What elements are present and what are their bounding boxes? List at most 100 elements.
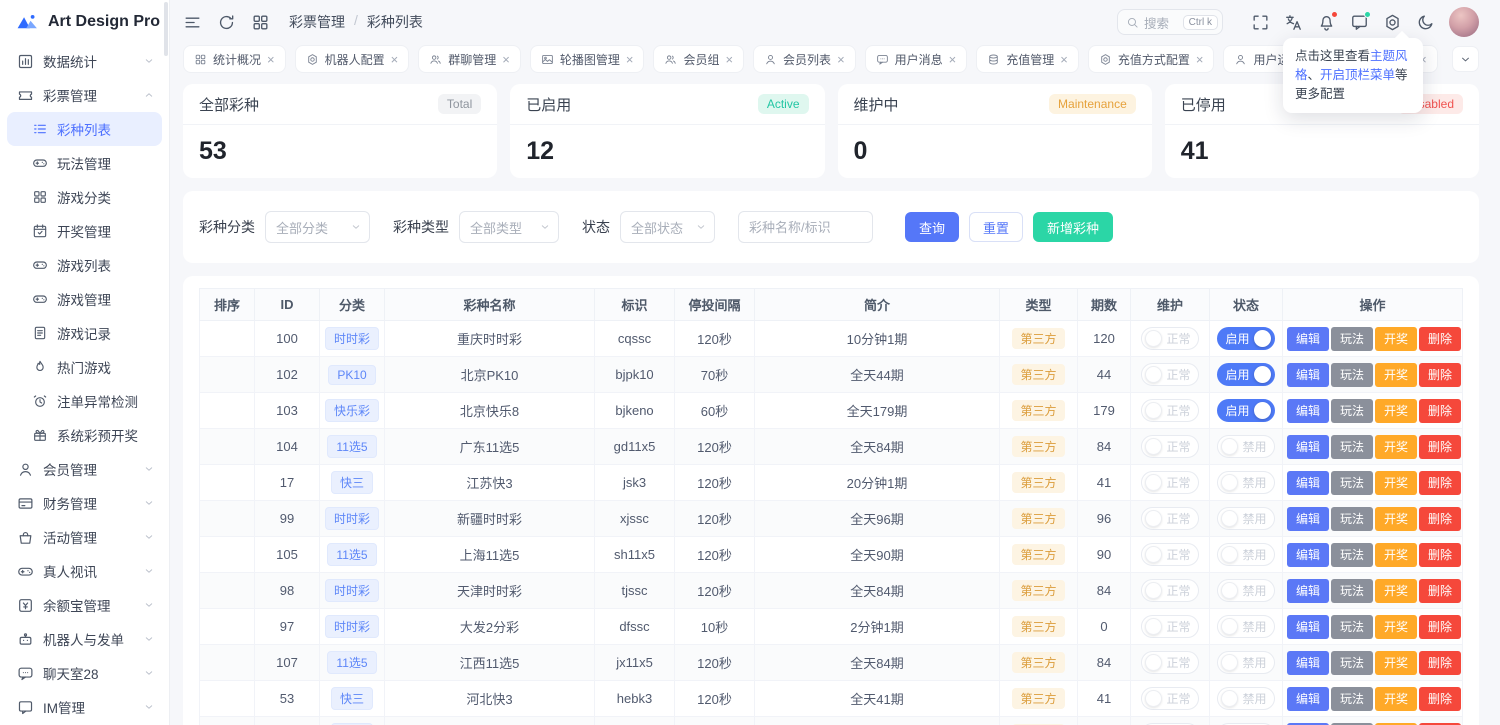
notifications-bell-icon[interactable]: [1317, 13, 1336, 32]
keyword-input[interactable]: [738, 211, 873, 243]
messages-icon[interactable]: [1350, 13, 1369, 32]
sidebar-subitem-游戏列表[interactable]: 游戏列表: [7, 248, 162, 282]
sidebar-item-财务管理[interactable]: 财务管理: [0, 486, 169, 520]
tab-机器人配置[interactable]: 机器人配置×: [295, 45, 410, 73]
sidebar-subitem-游戏分类[interactable]: 游戏分类: [7, 180, 162, 214]
maintenance-switch[interactable]: 正常: [1141, 651, 1198, 674]
action-玩法-button[interactable]: 玩法: [1331, 615, 1373, 639]
sidebar-item-活动管理[interactable]: 活动管理: [0, 520, 169, 554]
translate-icon[interactable]: [1284, 13, 1303, 32]
breadcrumb-parent[interactable]: 彩票管理: [289, 12, 345, 32]
action-开奖-button[interactable]: 开奖: [1375, 435, 1417, 459]
maintenance-switch[interactable]: 正常: [1141, 615, 1198, 638]
status-switch[interactable]: 禁用: [1217, 651, 1274, 674]
action-玩法-button[interactable]: 玩法: [1331, 399, 1373, 423]
action-玩法-button[interactable]: 玩法: [1331, 327, 1373, 351]
action-编辑-button[interactable]: 编辑: [1287, 507, 1329, 531]
status-switch[interactable]: 启用: [1217, 327, 1274, 350]
action-删除-button[interactable]: 删除: [1419, 507, 1461, 531]
action-开奖-button[interactable]: 开奖: [1375, 651, 1417, 675]
action-玩法-button[interactable]: 玩法: [1331, 435, 1373, 459]
status-switch[interactable]: 禁用: [1217, 507, 1274, 530]
sidebar-subitem-注单异常检测[interactable]: 注单异常检测: [7, 384, 162, 418]
tab-充值方式配置[interactable]: 充值方式配置×: [1088, 45, 1215, 73]
tab-close-icon[interactable]: ×: [626, 53, 634, 66]
reset-button[interactable]: 重置: [969, 212, 1023, 242]
sidebar-subitem-玩法管理[interactable]: 玩法管理: [7, 146, 162, 180]
action-编辑-button[interactable]: 编辑: [1287, 615, 1329, 639]
sidebar-item-数据统计[interactable]: 数据统计: [0, 44, 169, 78]
tab-close-icon[interactable]: ×: [502, 53, 510, 66]
maintenance-switch[interactable]: 正常: [1141, 579, 1198, 602]
breadcrumb-current[interactable]: 彩种列表: [367, 12, 423, 32]
action-玩法-button[interactable]: 玩法: [1331, 507, 1373, 531]
sidebar-item-聊天室28[interactable]: 聊天室28: [0, 656, 169, 690]
action-开奖-button[interactable]: 开奖: [1375, 399, 1417, 423]
sidebar-subitem-游戏管理[interactable]: 游戏管理: [7, 282, 162, 316]
action-开奖-button[interactable]: 开奖: [1375, 687, 1417, 711]
type-select[interactable]: 全部类型: [459, 211, 559, 243]
tab-轮播图管理[interactable]: 轮播图管理×: [530, 45, 645, 73]
tab-close-icon[interactable]: ×: [949, 53, 957, 66]
maintenance-switch[interactable]: 正常: [1141, 687, 1198, 710]
status-switch[interactable]: 禁用: [1217, 687, 1274, 710]
search-button[interactable]: 查询: [905, 212, 959, 242]
action-玩法-button[interactable]: 玩法: [1331, 651, 1373, 675]
maintenance-switch[interactable]: 正常: [1141, 435, 1198, 458]
action-删除-button[interactable]: 删除: [1419, 543, 1461, 567]
topbar-menu-link[interactable]: 开启顶栏菜单: [1320, 68, 1395, 82]
action-玩法-button[interactable]: 玩法: [1331, 543, 1373, 567]
maintenance-switch[interactable]: 正常: [1141, 399, 1198, 422]
fullscreen-icon[interactable]: [1251, 13, 1270, 32]
tab-close-icon[interactable]: ×: [391, 53, 399, 66]
sidebar-item-真人视讯[interactable]: 真人视讯: [0, 554, 169, 588]
maintenance-switch[interactable]: 正常: [1141, 543, 1198, 566]
tabbar-collapse-button[interactable]: [1452, 46, 1479, 72]
user-avatar[interactable]: [1449, 7, 1479, 37]
sidebar-subitem-开奖管理[interactable]: 开奖管理: [7, 214, 162, 248]
action-开奖-button[interactable]: 开奖: [1375, 615, 1417, 639]
maintenance-switch[interactable]: 正常: [1141, 471, 1198, 494]
action-开奖-button[interactable]: 开奖: [1375, 327, 1417, 351]
sidebar-subitem-游戏记录[interactable]: 游戏记录: [7, 316, 162, 350]
apps-grid-icon[interactable]: [251, 13, 270, 32]
add-lottery-button[interactable]: 新增彩种: [1033, 212, 1113, 242]
status-switch[interactable]: 启用: [1217, 399, 1274, 422]
settings-gear-icon[interactable]: [1383, 13, 1402, 32]
action-玩法-button[interactable]: 玩法: [1331, 471, 1373, 495]
category-select[interactable]: 全部分类: [265, 211, 370, 243]
tab-群聊管理[interactable]: 群聊管理×: [418, 45, 521, 73]
maintenance-switch[interactable]: 正常: [1141, 327, 1198, 350]
tab-close-icon[interactable]: ×: [1196, 53, 1204, 66]
status-switch[interactable]: 禁用: [1217, 435, 1274, 458]
status-switch[interactable]: 禁用: [1217, 615, 1274, 638]
tab-统计概况[interactable]: 统计概况×: [183, 45, 286, 73]
action-编辑-button[interactable]: 编辑: [1287, 399, 1329, 423]
sidebar-subitem-热门游戏[interactable]: 热门游戏: [7, 350, 162, 384]
sidebar-subitem-彩种列表[interactable]: 彩种列表: [7, 112, 162, 146]
status-select[interactable]: 全部状态: [620, 211, 715, 243]
action-删除-button[interactable]: 删除: [1419, 615, 1461, 639]
status-switch[interactable]: 禁用: [1217, 471, 1274, 494]
tab-close-icon[interactable]: ×: [837, 53, 845, 66]
action-删除-button[interactable]: 删除: [1419, 327, 1461, 351]
action-编辑-button[interactable]: 编辑: [1287, 687, 1329, 711]
sidebar-item-彩票管理[interactable]: 彩票管理: [0, 78, 169, 112]
sidebar-subitem-系统彩预开奖[interactable]: 系统彩预开奖: [7, 418, 162, 452]
action-玩法-button[interactable]: 玩法: [1331, 687, 1373, 711]
sidebar-item-余额宝管理[interactable]: 余额宝管理: [0, 588, 169, 622]
action-编辑-button[interactable]: 编辑: [1287, 471, 1329, 495]
action-开奖-button[interactable]: 开奖: [1375, 507, 1417, 531]
action-删除-button[interactable]: 删除: [1419, 435, 1461, 459]
action-玩法-button[interactable]: 玩法: [1331, 579, 1373, 603]
tab-充值管理[interactable]: 充值管理×: [976, 45, 1079, 73]
action-编辑-button[interactable]: 编辑: [1287, 543, 1329, 567]
action-编辑-button[interactable]: 编辑: [1287, 579, 1329, 603]
maintenance-switch[interactable]: 正常: [1141, 363, 1198, 386]
tab-close-icon[interactable]: ×: [1060, 53, 1068, 66]
global-search[interactable]: 搜索 Ctrl k: [1117, 9, 1223, 35]
action-编辑-button[interactable]: 编辑: [1287, 363, 1329, 387]
tab-用户消息[interactable]: 用户消息×: [865, 45, 968, 73]
app-logo[interactable]: Art Design Pro: [0, 0, 169, 44]
refresh-icon[interactable]: [217, 13, 236, 32]
